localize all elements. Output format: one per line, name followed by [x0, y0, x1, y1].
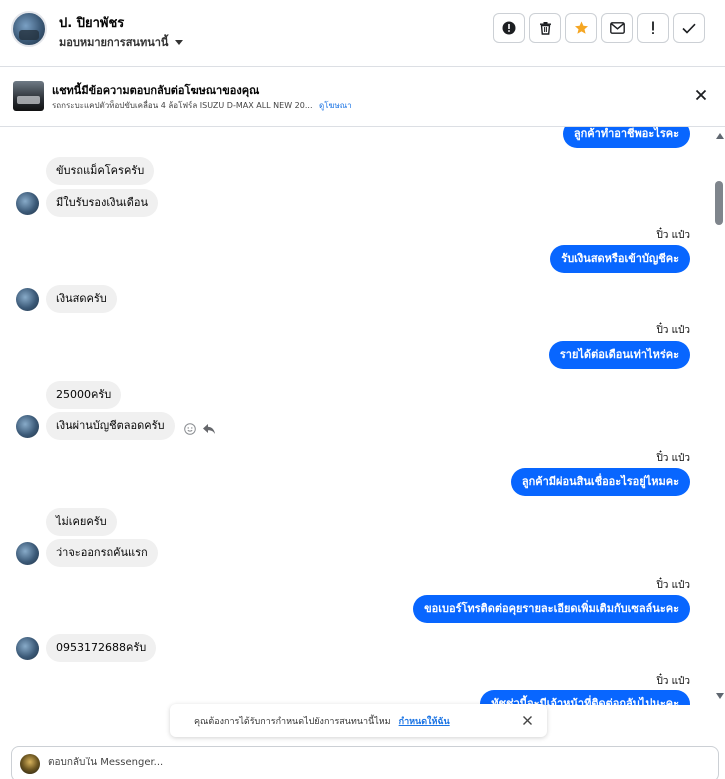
conversation-header: ป. ปิยาพัชร มอบหมายการสนทนานี้ — [0, 0, 725, 67]
outgoing-message[interactable]: ขอเบอร์โทรติดต่อคุยรายละเอียดเพิ่มเติมกั… — [413, 595, 690, 623]
alert-circle-icon — [502, 21, 516, 35]
follow-up-button[interactable] — [637, 13, 669, 43]
incoming-message[interactable]: 25000ครับ — [46, 381, 122, 409]
contact-avatar[interactable] — [11, 11, 47, 47]
mark-spam-button[interactable] — [493, 13, 525, 43]
sender-avatar[interactable] — [16, 415, 39, 438]
thread-scrollbar[interactable] — [712, 127, 725, 705]
sender-name: ปิ๋ว แป๋ว — [656, 230, 690, 241]
incoming-message[interactable]: ขับรถแม็คโครครับ — [46, 157, 155, 185]
close-icon[interactable] — [692, 86, 710, 104]
sender-avatar[interactable] — [16, 288, 39, 311]
sender-name: ปิ๋ว แป๋ว — [656, 676, 690, 687]
outgoing-message[interactable]: ลูกค้าทำอาชีพอะไรคะ — [562, 127, 690, 148]
sender-name: ปิ๋ว แป๋ว — [656, 580, 690, 591]
scroll-up-arrow-icon[interactable] — [716, 133, 724, 139]
star-button[interactable] — [565, 13, 597, 43]
message-actions — [184, 423, 216, 435]
star-icon — [574, 21, 588, 34]
outgoing-message[interactable]: ลูกค้ามีผ่อนสินเชื่ออะไรอยู่ไหมคะ — [510, 468, 690, 496]
ad-reply-banner: แชทนี้มีข้อความตอบกลับต่อโฆษณาของคุณ รถก… — [0, 67, 725, 127]
reply-composer — [11, 746, 719, 779]
outgoing-message[interactable]: รับเงินสดหรือเข้าบัญชีคะ — [550, 245, 690, 273]
scroll-down-arrow-icon[interactable] — [716, 693, 724, 699]
exclamation-icon — [652, 21, 654, 34]
incoming-message[interactable]: ว่าจะออกรถคันแรก — [46, 539, 158, 567]
trash-icon — [539, 22, 551, 35]
assign-label: มอบหมายการสนทนานี้ — [59, 36, 169, 49]
close-icon[interactable] — [522, 715, 533, 726]
contact-name[interactable]: ป. ปิยาพัชร — [59, 12, 124, 33]
incoming-message[interactable]: ไม่เคยครับ — [46, 508, 117, 536]
mark-done-button[interactable] — [673, 13, 705, 43]
ad-description: รถกระบะแคปตัวท็อปขับเคลื่อน 4 ล้อโฟร์ล I… — [52, 101, 313, 110]
mark-unread-button[interactable] — [601, 13, 633, 43]
assign-prompt-toast: คุณต้องการได้รับการกำหนดไปยังการสนทนานี้… — [170, 704, 547, 737]
incoming-message[interactable]: เงินผ่านบัญชีตลอดครับ — [46, 412, 175, 440]
incoming-message[interactable]: มีใบรับรองเงินเดือน — [46, 189, 159, 217]
sender-avatar[interactable] — [16, 637, 39, 660]
ad-banner-subtitle: รถกระบะแคปตัวท็อปขับเคลื่อน 4 ล้อโฟร์ล I… — [52, 99, 352, 112]
smiley-icon[interactable] — [184, 423, 196, 435]
sender-name: ปิ๋ว แป๋ว — [656, 325, 690, 336]
reply-icon[interactable] — [202, 423, 216, 435]
delete-button[interactable] — [529, 13, 561, 43]
assign-conversation-dropdown[interactable]: มอบหมายการสนทนานี้ — [59, 33, 184, 51]
scrollbar-thumb[interactable] — [715, 181, 723, 225]
reply-input[interactable] — [48, 757, 648, 768]
sender-avatar[interactable] — [16, 192, 39, 215]
message-thread[interactable]: ลูกค้าทำอาชีพอะไรคะ ขับรถแม็คโครครับ มีใ… — [0, 127, 712, 705]
caret-down-icon — [175, 39, 184, 45]
assign-to-me-link[interactable]: กำหนดให้ฉัน — [399, 714, 450, 728]
outgoing-message[interactable]: ทัชช่วนี้จะมีเจ้าหน้าที่ติดต่อกลับไปนะคะ — [480, 690, 690, 705]
incoming-message[interactable]: 0953172688ครับ — [46, 634, 157, 662]
outgoing-message[interactable]: รายได้ต่อเดือนเท่าไหร่คะ — [548, 341, 690, 369]
page-avatar — [20, 754, 40, 774]
check-icon — [682, 23, 696, 34]
ad-banner-title: แชทนี้มีข้อความตอบกลับต่อโฆษณาของคุณ — [52, 84, 260, 97]
sender-name: ปิ๋ว แป๋ว — [656, 453, 690, 464]
envelope-icon — [609, 22, 625, 34]
sender-avatar[interactable] — [16, 542, 39, 565]
incoming-message[interactable]: เงินสดครับ — [46, 285, 117, 313]
ad-thumbnail[interactable] — [13, 81, 44, 111]
assign-prompt-text: คุณต้องการได้รับการกำหนดไปยังการสนทนานี้… — [194, 716, 391, 727]
view-ad-link[interactable]: ดูโฆษณา — [319, 101, 352, 110]
